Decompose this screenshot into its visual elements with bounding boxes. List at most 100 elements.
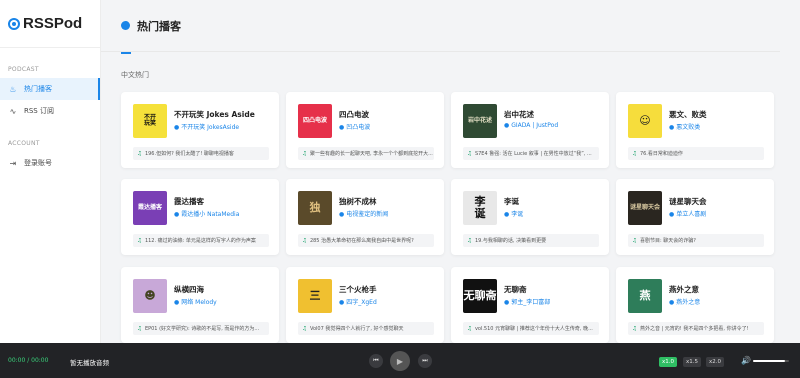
- audio-player: 00:00 / 00:00 暂无播放音频 ⏮ ▶ ⏭ x1.0 x1.5 x2.…: [0, 343, 800, 378]
- latest-episode-title: 196.但如何? 我们太酷了! 聊聊电视播客: [144, 151, 234, 157]
- next-button[interactable]: ⏭: [418, 354, 432, 368]
- user-icon: ●: [174, 299, 180, 306]
- rss-icon: ∿: [9, 106, 17, 116]
- latest-episode-title: 喜剧节目: 聊天会的诈骗?: [639, 238, 696, 244]
- play-button[interactable]: ▶: [390, 351, 410, 371]
- podcast-title[interactable]: 燕外之意: [669, 284, 699, 295]
- sidebar-item-login[interactable]: ⇥ 登录账号: [0, 152, 100, 174]
- podcast-cover[interactable]: 李 诞: [463, 191, 497, 225]
- headphones-icon: ♫: [467, 150, 472, 157]
- podcast-card[interactable]: 李 诞李诞 ● 李诞 ♫ 19.与我相聊的话, 决策看到更要: [451, 179, 609, 255]
- latest-episode[interactable]: ♫ 19.与我相聊的话, 决策看到更要: [463, 234, 599, 247]
- latest-episode-title: 燕外之音 | 元宵的! 我不是四个多把看, 你讲令了!: [639, 326, 749, 332]
- podcast-author: ● GIADA | JustPod: [504, 122, 558, 129]
- latest-episode[interactable]: ♫ 112. 痛过的油條: 单元是这样的写宇人的作为声案: [133, 234, 269, 247]
- sidebar-item-hot[interactable]: ♨ 热门播客: [0, 78, 100, 100]
- latest-episode-title: S7E4 鲁强: 活在 Lucie 叙事 | 在男性中放过“我”, ...: [474, 151, 592, 157]
- podcast-cover[interactable]: 霞达播客: [133, 191, 167, 225]
- podcast-card[interactable]: 不开 玩笑 不开玩笑 Jokes Aside ● 不开玩笑 JokesAside ♫ 19…: [121, 92, 279, 168]
- user-icon: ●: [669, 124, 675, 131]
- latest-episode[interactable]: ♫ Vol07 我觉得四个人就行了, 好个感觉聊天: [298, 322, 434, 335]
- user-icon: ●: [339, 211, 345, 218]
- headphones-icon: ♫: [467, 237, 472, 244]
- podcast-card[interactable]: 燕燕外之意 ● 燕外之意 ♫ 燕外之音 | 元宵的! 我不是四个多把看, 你讲令了!: [616, 267, 774, 343]
- section-podcast-label: PODCAST: [8, 66, 39, 73]
- main-content: 热门播客 中文热门 不开 玩笑 不开玩笑 Jokes Aside ● 不开玩笑 Jok…: [101, 0, 800, 343]
- podcast-cover[interactable]: ☺: [628, 104, 662, 138]
- podcast-author-name: 单立人喜剧: [676, 211, 707, 218]
- sidebar-item-label: 热门播客: [24, 85, 52, 93]
- user-icon: ●: [504, 299, 510, 306]
- podcast-title[interactable]: 悪文、败类: [669, 109, 707, 120]
- podcast-card[interactable]: 岩中花述 岩中花述 ● GIADA | JustPod ♫ S7E4 鲁强: 活在 Luc…: [451, 92, 609, 168]
- podcast-author: ● 网络 Melody: [174, 297, 217, 306]
- podcast-card[interactable]: ☺ 悪文、败类 ● 悪文败类 ♫ 76.看日常和迪迪作: [616, 92, 774, 168]
- podcast-cover[interactable]: 无聊斋: [463, 279, 497, 313]
- headphones-icon: ♫: [137, 150, 142, 157]
- play-icon: ▶: [396, 356, 404, 366]
- latest-episode[interactable]: ♫ 196.但如何? 我们太酷了! 聊聊电视播客: [133, 147, 269, 160]
- podcast-title[interactable]: 不开玩笑 Jokes Aside: [174, 109, 255, 120]
- podcast-cover[interactable]: 三: [298, 279, 332, 313]
- podcast-title[interactable]: 无聊斋: [504, 284, 527, 295]
- logo-text: RSSPod: [23, 15, 83, 32]
- sidebar-item-rss[interactable]: ∿ RSS 订阅: [0, 100, 100, 122]
- latest-episode[interactable]: ♫ 燕外之音 | 元宵的! 我不是四个多把看, 你讲令了!: [628, 322, 764, 335]
- podcast-card[interactable]: 四凸电波 四凸电波 ● 凹凸电波 ♫ 聚一些有趣的长一起聊天吧, 李永一个个都到底挖开大.…: [286, 92, 444, 168]
- speed-2x-button[interactable]: x2.0: [706, 357, 725, 367]
- speed-1-5x-button[interactable]: x1.5: [683, 357, 702, 367]
- volume-slider[interactable]: [753, 360, 789, 362]
- user-icon: ●: [669, 211, 675, 218]
- user-icon: ●: [504, 211, 510, 218]
- previous-button[interactable]: ⏮: [369, 354, 383, 368]
- section-account-label: ACCOUNT: [8, 140, 40, 147]
- podcast-title[interactable]: 三个火枪手: [339, 284, 377, 295]
- podcast-author-name: 燕外之意: [676, 299, 701, 306]
- latest-episode[interactable]: ♫ vol.510 元宵聊聊 | 推荐这个年份十大人生传奇, 晚...: [463, 322, 599, 335]
- logo[interactable]: RSSPod: [0, 0, 100, 48]
- volume-icon[interactable]: 🔊: [741, 356, 751, 365]
- podcast-author-name: 凹凸电波: [346, 124, 371, 131]
- latest-episode[interactable]: ♫ S7E4 鲁强: 活在 Lucie 叙事 | 在男性中放过“我”, ...: [463, 147, 599, 160]
- podcast-cover[interactable]: 谜星聊天会: [628, 191, 662, 225]
- podcast-title[interactable]: 霞达播客: [174, 196, 204, 207]
- podcast-title[interactable]: 纵横四海: [174, 284, 204, 295]
- podcast-card[interactable]: 谜星聊天会 谜星聊天会 ● 单立人喜剧 ♫ 喜剧节目: 聊天会的诈骗?: [616, 179, 774, 255]
- podcast-title[interactable]: 谜星聊天会: [669, 196, 707, 207]
- podcast-card[interactable]: 霞达播客 霞达播客 ● 霞达播小 NataMedia ♫ 112. 痛过的油條: 单元是这…: [121, 179, 279, 255]
- latest-episode[interactable]: ♫ 喜剧节目: 聊天会的诈骗?: [628, 234, 764, 247]
- latest-episode-title: vol.510 元宵聊聊 | 推荐这个年份十大人生传奇, 晚...: [474, 326, 593, 332]
- speed-1x-button[interactable]: x1.0: [659, 357, 678, 367]
- user-icon: ●: [669, 299, 675, 306]
- sidebar-item-label: 登录账号: [24, 159, 52, 167]
- headphones-icon: ♫: [302, 325, 307, 332]
- podcast-card[interactable]: 无聊斋 无聊斋 ● 郭主_李口富部 ♫ vol.510 元宵聊聊 | 推荐这个年份十大人生…: [451, 267, 609, 343]
- podcast-title[interactable]: 李诞: [504, 196, 519, 207]
- podcast-cover[interactable]: 不开 玩笑: [133, 104, 167, 138]
- podcast-card[interactable]: 三三个火枪手 ● 四字_XgEd ♫ Vol07 我觉得四个人就行了, 好个感觉聊天: [286, 267, 444, 343]
- podcast-author-name: 不开玩笑 JokesAside: [181, 124, 240, 131]
- podcast-author-name: 四字_XgEd: [346, 299, 377, 306]
- latest-episode[interactable]: ♫ 285 治愚大革命初在那么离我自由中是世界呢?: [298, 234, 434, 247]
- podcast-cover[interactable]: 独: [298, 191, 332, 225]
- latest-episode[interactable]: ♫ EP01 (好文学研究): 诗歌的不是写, 而是作的方为...: [133, 322, 269, 335]
- podcast-title[interactable]: 岩中花述: [504, 109, 534, 120]
- latest-episode[interactable]: ♫ 聚一些有趣的长一起聊天吧, 李永一个个都到底挖开大...: [298, 147, 434, 160]
- podcast-cover[interactable]: 四凸电波: [298, 104, 332, 138]
- podcast-card[interactable]: ☻ 纵横四海 ● 网络 Melody ♫ EP01 (好文学研究): 诗歌的不是写, 而是…: [121, 267, 279, 343]
- user-icon: ●: [339, 124, 345, 131]
- sidebar-item-label: RSS 订阅: [24, 107, 54, 115]
- sidebar: RSSPod PODCAST ♨ 热门播客 ∿ RSS 订阅 ACCOUNT ⇥…: [0, 0, 101, 343]
- podcast-cover[interactable]: 燕: [628, 279, 662, 313]
- podcast-cover[interactable]: ☻: [133, 279, 167, 313]
- user-icon: ●: [174, 211, 180, 218]
- podcast-card[interactable]: 独独树不成林 ● 电视鉴定的新闻 ♫ 285 治愚大革命初在那么离我自由中是世界呢?: [286, 179, 444, 255]
- skip-back-icon: ⏮: [373, 357, 379, 364]
- podcast-cover[interactable]: 岩中花述: [463, 104, 497, 138]
- podcast-title[interactable]: 四凸电波: [339, 109, 369, 120]
- latest-episode-title: 19.与我相聊的话, 决策看到更要: [474, 238, 547, 244]
- podcast-title[interactable]: 独树不成林: [339, 196, 377, 207]
- headphones-icon: ♫: [467, 325, 472, 332]
- page-header: 热门播客: [101, 0, 780, 52]
- latest-episode[interactable]: ♫ 76.看日常和迪迪作: [628, 147, 764, 160]
